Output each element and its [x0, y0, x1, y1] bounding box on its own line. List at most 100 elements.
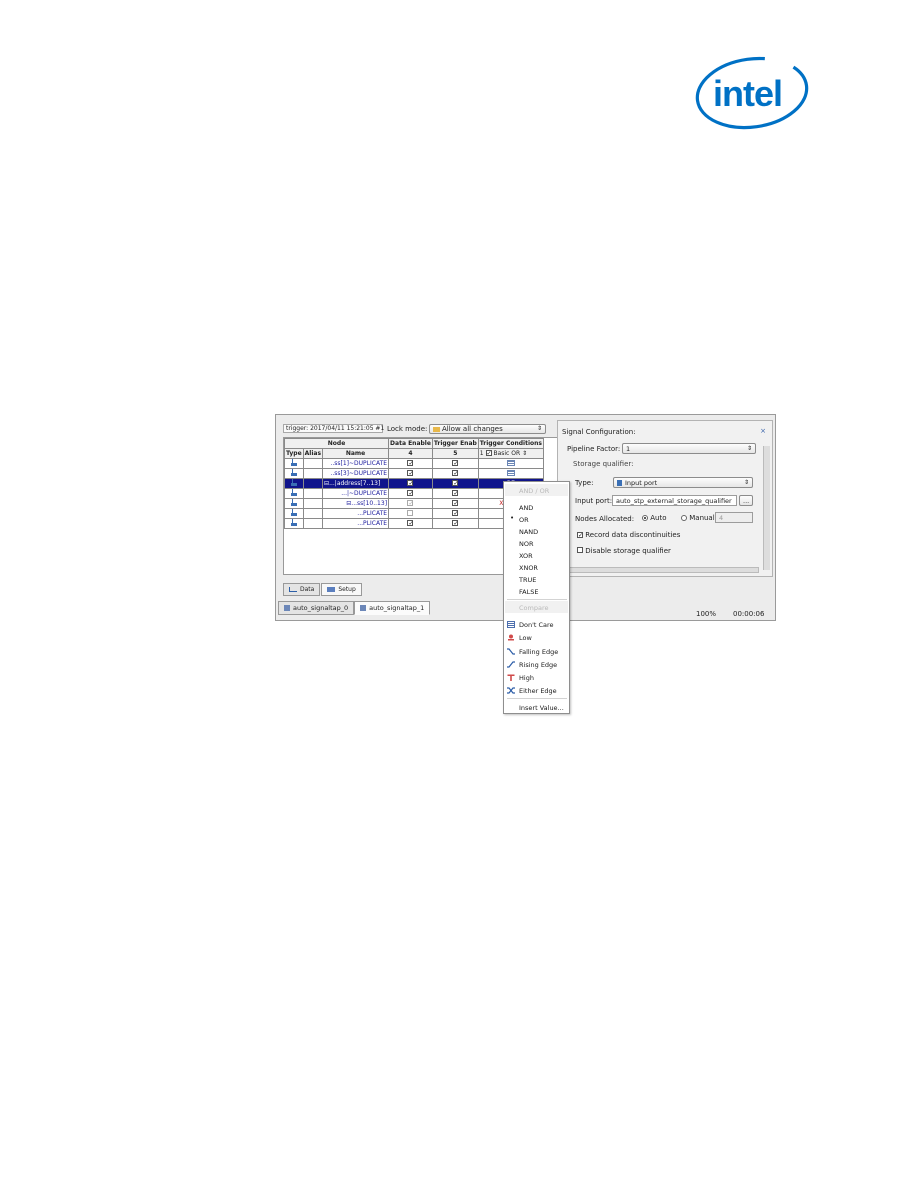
- trigger-enable-checkbox[interactable]: ✓: [452, 480, 458, 487]
- menu-item-false[interactable]: FALSE: [519, 588, 538, 596]
- trigger-enable-checkbox[interactable]: ✓: [452, 520, 458, 527]
- menu-header-compare: Compare: [519, 604, 549, 612]
- progress-status: 100%: [696, 610, 717, 618]
- auto-radio[interactable]: Auto: [642, 515, 667, 522]
- lock-mode-combo[interactable]: Allow all changes ⇕: [429, 424, 546, 434]
- input-pin-icon: [290, 509, 298, 516]
- trigger-enable-checkbox[interactable]: ✓: [452, 500, 458, 507]
- trigger-enable-count: 5: [431, 448, 479, 459]
- record-discontinuities-checkbox[interactable]: ✓ Record data discontinuities: [577, 532, 680, 539]
- close-icon[interactable]: ×: [760, 427, 766, 435]
- data-enable-checkbox[interactable]: ✓: [407, 520, 414, 527]
- input-pin-icon: [290, 459, 298, 466]
- data-enable-checkbox[interactable]: [407, 509, 414, 516]
- menu-item-nor[interactable]: NOR: [519, 540, 534, 548]
- setup-icon: [327, 587, 336, 592]
- header-trigger-enable[interactable]: Trigger Enab: [431, 438, 479, 449]
- data-enable-checkbox[interactable]: ✓: [407, 500, 414, 507]
- file-tab-1[interactable]: auto_signaltap_1: [354, 601, 431, 615]
- type-combo[interactable]: Input port ⇕: [613, 477, 753, 488]
- checked-icon: ✓: [577, 532, 584, 539]
- node-name: ...PLICATE: [322, 508, 390, 519]
- manual-nodes-spinbox[interactable]: 4: [715, 512, 753, 523]
- col-alias[interactable]: Alias: [302, 448, 324, 459]
- dont-care-icon[interactable]: [506, 469, 515, 476]
- trigger-enable-checkbox[interactable]: ✓: [452, 510, 458, 517]
- trigger-cond-num: 1: [479, 450, 484, 457]
- panel-title: Signal Configuration:: [562, 428, 636, 436]
- intel-logo: intel: [695, 56, 809, 130]
- horizontal-scrollbar[interactable]: [561, 567, 759, 573]
- node-name: ⊟...|address[7..13]: [322, 478, 390, 489]
- pipeline-factor-combo[interactable]: 1 ⇕: [622, 443, 756, 454]
- menu-item-either-edge[interactable]: Either Edge: [519, 687, 557, 695]
- input-pin-icon: [290, 489, 298, 496]
- input-port-field[interactable]: auto_stp_external_storage_qualifier: [612, 495, 737, 506]
- menu-item-nand[interactable]: NAND: [519, 528, 538, 536]
- menu-item-low[interactable]: Low: [519, 634, 532, 642]
- either-edge-icon: [507, 687, 515, 694]
- dont-care-icon[interactable]: [506, 459, 515, 466]
- trigger-cond-checkbox[interactable]: ✓: [485, 450, 492, 457]
- trigger-enable-checkbox[interactable]: ✓: [452, 490, 458, 497]
- type-value: Input port: [625, 479, 658, 487]
- combo-arrows-icon: ⇕: [746, 445, 752, 452]
- menu-item-and[interactable]: AND: [519, 504, 533, 512]
- trigger-enable-checkbox[interactable]: ✓: [452, 460, 458, 467]
- menu-item-falling-edge[interactable]: Falling Edge: [519, 648, 558, 656]
- manual-radio[interactable]: Manual:: [681, 515, 717, 522]
- spin-icon[interactable]: ⇕: [522, 450, 527, 457]
- menu-item-rising-edge[interactable]: Rising Edge: [519, 661, 557, 669]
- col-name[interactable]: Name: [322, 448, 390, 459]
- menu-item-true[interactable]: TRUE: [519, 576, 536, 584]
- signaltap-file-icon: [284, 605, 290, 611]
- menu-item-high[interactable]: High: [519, 674, 534, 682]
- header-data-enable[interactable]: Data Enable: [388, 438, 433, 449]
- table-row[interactable]: ..ss[1]~DUPLICATE ✓ ✓: [284, 458, 545, 469]
- header-node[interactable]: Node: [283, 438, 390, 449]
- signaltap-file-icon: [360, 605, 367, 611]
- record-label: Record data discontinuities: [585, 531, 681, 539]
- vertical-scrollbar[interactable]: [763, 446, 770, 570]
- auto-label: Auto: [650, 514, 667, 522]
- col-type[interactable]: Type: [284, 448, 304, 459]
- browse-button[interactable]: ...: [739, 495, 753, 506]
- file-tabs: auto_signaltap_0 auto_signaltap_1: [278, 595, 431, 615]
- data-enable-checkbox[interactable]: ✓: [407, 490, 414, 497]
- file-tab-1-label: auto_signaltap_1: [369, 604, 425, 612]
- disable-storage-qualifier-checkbox[interactable]: Disable storage qualifier: [577, 547, 671, 555]
- selected-bullet-icon: •: [510, 514, 515, 522]
- file-tab-0[interactable]: auto_signaltap_0: [278, 601, 355, 615]
- bus-icon: [290, 479, 298, 486]
- waveform-icon: [289, 587, 297, 592]
- bus-icon: [290, 499, 298, 506]
- radio-selected-icon: [642, 515, 648, 521]
- menu-item-or[interactable]: OR: [519, 516, 529, 524]
- input-pin-icon: [290, 469, 298, 476]
- view-tabs: Data Setup: [283, 576, 363, 596]
- menu-item-xnor[interactable]: XNOR: [519, 564, 538, 572]
- table-row[interactable]: ..ss[3]~DUPLICATE ✓ ✓: [284, 468, 545, 479]
- dont-care-icon: [507, 621, 515, 628]
- menu-item-dont-care[interactable]: Don't Care: [519, 621, 554, 629]
- menu-item-insert-value[interactable]: Insert Value...: [519, 704, 564, 712]
- node-name: ⊟...ss[10..13]: [322, 498, 390, 509]
- node-name: ...|~DUPLICATE: [322, 488, 390, 499]
- storage-qualifier-label: Storage qualifier:: [573, 460, 634, 468]
- data-enable-checkbox[interactable]: ✓: [407, 480, 414, 487]
- disable-label: Disable storage qualifier: [585, 547, 671, 555]
- data-enable-checkbox[interactable]: ✓: [407, 460, 414, 467]
- folder-icon: [433, 426, 440, 432]
- rising-edge-icon: [507, 661, 515, 668]
- menu-header-and-or: AND / OR: [519, 487, 550, 495]
- pipeline-factor-value: 1: [626, 445, 631, 453]
- type-label: Type:: [575, 479, 594, 487]
- header-trigger-conditions[interactable]: Trigger Conditions: [477, 438, 545, 449]
- trigger-enable-checkbox[interactable]: ✓: [452, 470, 458, 477]
- menu-item-xor[interactable]: XOR: [519, 552, 533, 560]
- trigger-condition-selector[interactable]: 1 ✓ Basic OR ⇕: [477, 448, 545, 459]
- signal-configuration-panel: Signal Configuration: × Pipeline Factor:…: [557, 420, 773, 577]
- trigger-cond-mode[interactable]: Basic OR: [493, 450, 520, 457]
- data-enable-checkbox[interactable]: ✓: [407, 470, 414, 477]
- pipeline-factor-label: Pipeline Factor:: [567, 445, 621, 453]
